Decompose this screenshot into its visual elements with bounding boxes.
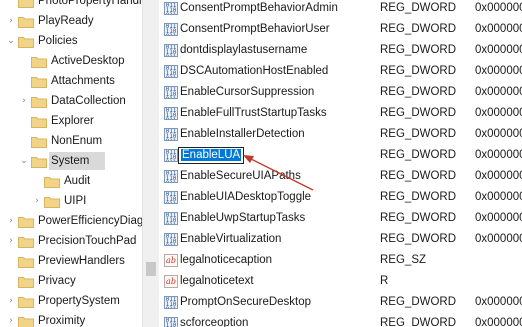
arrow-line — [250, 158, 314, 191]
annotation-arrow — [243, 155, 314, 191]
